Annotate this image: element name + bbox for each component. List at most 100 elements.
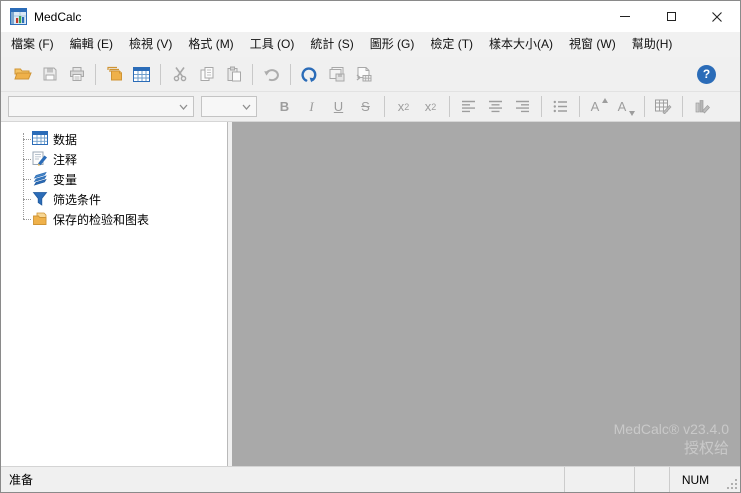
spreadsheet-icon [133,66,150,82]
layers-icon [32,171,48,187]
tree-item-label: 注释 [53,152,78,167]
status-pane-empty [634,467,669,492]
num-lock-indicator: NUM [669,467,721,492]
font-size-combobox[interactable] [201,96,257,117]
superscript-button[interactable]: x2 [417,95,444,119]
undo-arrow-icon [264,68,279,81]
watermark-licensee: 授权给 [683,440,729,457]
align-right-button[interactable] [509,95,536,119]
duplicate-sheet-button[interactable] [101,61,128,87]
resize-grip-icon [727,479,737,489]
license-watermark: MedCalc® v23.4.0 授权给 [614,420,729,459]
medcalc-window: MedCalc 檔案 (F) 編輯 (E) 檢視 (V) 格式 (M) 工具 (… [0,0,741,493]
tree-item-notes[interactable]: 注释 [1,149,227,169]
menu-sample-size[interactable]: 樣本大小(A) [481,32,561,57]
saved-folder-icon [32,211,48,227]
tree-item-label: 保存的检验和图表 [53,212,150,227]
toolbar-separator [449,96,450,117]
toolbar-separator [644,96,645,117]
bold-button[interactable]: B [271,95,298,119]
printer-icon [69,67,84,81]
minimize-button[interactable] [602,1,648,32]
font-family-combobox[interactable] [8,96,194,117]
italic-button[interactable]: I [298,95,325,119]
open-folder-icon [13,68,32,80]
save-all-icon [329,67,345,82]
subscript-button[interactable]: x2 [390,95,417,119]
tree-branch-line [23,139,31,140]
maximize-button[interactable] [648,1,694,32]
align-center-button[interactable] [482,95,509,119]
recalculate-button[interactable] [296,61,323,87]
bullet-list-button[interactable] [547,95,574,119]
tree-branch-line [23,179,31,180]
edit-graph-button[interactable] [688,95,715,119]
minimize-icon [620,16,630,17]
tree-item-variables[interactable]: 变量 [1,169,227,189]
titlebar[interactable]: MedCalc [1,1,740,32]
watermark-version: MedCalc® v23.4.0 [613,421,729,437]
toolbar-separator [682,96,683,117]
strikethrough-button[interactable]: S [352,95,379,119]
open-file-button[interactable] [9,61,36,87]
menu-tools[interactable]: 工具 (O) [242,32,303,57]
menu-tests[interactable]: 檢定 (T) [422,32,481,57]
close-button[interactable] [694,1,740,32]
underline-button[interactable]: U [325,95,352,119]
tree-branch-line [23,159,31,160]
bullet-list-icon [553,100,567,113]
tree-item-label: 筛选条件 [53,192,102,207]
subscript-digit: 2 [404,101,410,112]
save-button[interactable] [36,61,63,87]
tree-item-data[interactable]: 数据 [1,129,227,149]
undo-button[interactable] [258,61,285,87]
stacked-pages-icon [107,66,122,81]
status-pane-empty [564,467,634,492]
tree-item-label: 数据 [53,132,78,147]
project-tree-panel: 数据 注释 变量 筛选条件 保存的检验和图表 [1,122,228,466]
superscript-digit: 2 [431,101,437,112]
triangle-up-icon [602,97,608,103]
help-button[interactable]: ? [697,64,716,84]
toolbar-separator [541,96,542,117]
scissors-icon [173,67,186,82]
align-left-button[interactable] [455,95,482,119]
align-left-icon [462,100,475,113]
grow-font-letter: A [590,99,600,114]
save-all-button[interactable] [323,61,350,87]
print-button[interactable] [63,61,90,87]
main-toolbar: ? [1,57,740,92]
align-right-icon [516,100,529,113]
toolbar-separator [384,96,385,117]
menu-format[interactable]: 格式 (M) [180,32,241,57]
window-title: MedCalc [34,9,82,24]
menu-graphs[interactable]: 圖形 (G) [362,32,423,57]
tree-item-saved-tests[interactable]: 保存的检验和图表 [1,209,227,229]
menu-help[interactable]: 幫助(H) [624,32,681,57]
export-data-button[interactable] [350,61,377,87]
cut-button[interactable] [166,61,193,87]
data-table-button[interactable] [128,61,155,87]
format-toolbar: B I U S x2 x2 A A [1,92,740,122]
help-question-icon: ? [702,67,711,81]
triangle-down-icon [629,110,635,116]
copy-button[interactable] [193,61,220,87]
menu-statistics[interactable]: 統計 (S) [302,32,361,57]
tree-item-filter[interactable]: 筛选条件 [1,189,227,209]
window-controls [602,1,740,32]
recalculate-circle-icon [300,66,316,82]
maximize-icon [666,12,676,21]
workspace-area: MedCalc® v23.4.0 授权给 [232,122,740,466]
toolbar-separator [160,63,161,85]
grow-font-button[interactable]: A [585,95,612,119]
shrink-font-button[interactable]: A [612,95,639,119]
menu-file[interactable]: 檔案 (F) [3,32,62,57]
edit-table-button[interactable] [650,95,677,119]
menu-view[interactable]: 檢視 (V) [121,32,180,57]
export-file-icon [356,67,372,82]
resize-grip[interactable] [721,467,740,492]
data-table-icon [32,131,48,147]
menu-window[interactable]: 視窗 (W) [561,32,624,57]
paste-button[interactable] [220,61,247,87]
menu-edit[interactable]: 編輯 (E) [62,32,121,57]
